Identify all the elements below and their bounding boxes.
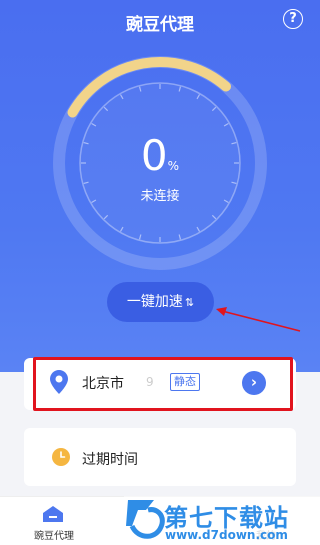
chevron-right-icon[interactable]: › [242,371,266,395]
location-pin-icon [50,370,68,394]
city-name: 北京市 [82,376,124,392]
home-tab-icon[interactable] [42,505,64,523]
tab-home[interactable]: 豌豆代理 [30,527,78,542]
watermark-url: www.d7down.com [165,528,288,542]
clock-icon [52,448,70,466]
static-mode-badge: 静态 [170,373,200,391]
ip-fragment: 9 [146,375,154,389]
expiry-label: 过期时间 [82,452,138,468]
annotation-arrow [216,307,301,332]
